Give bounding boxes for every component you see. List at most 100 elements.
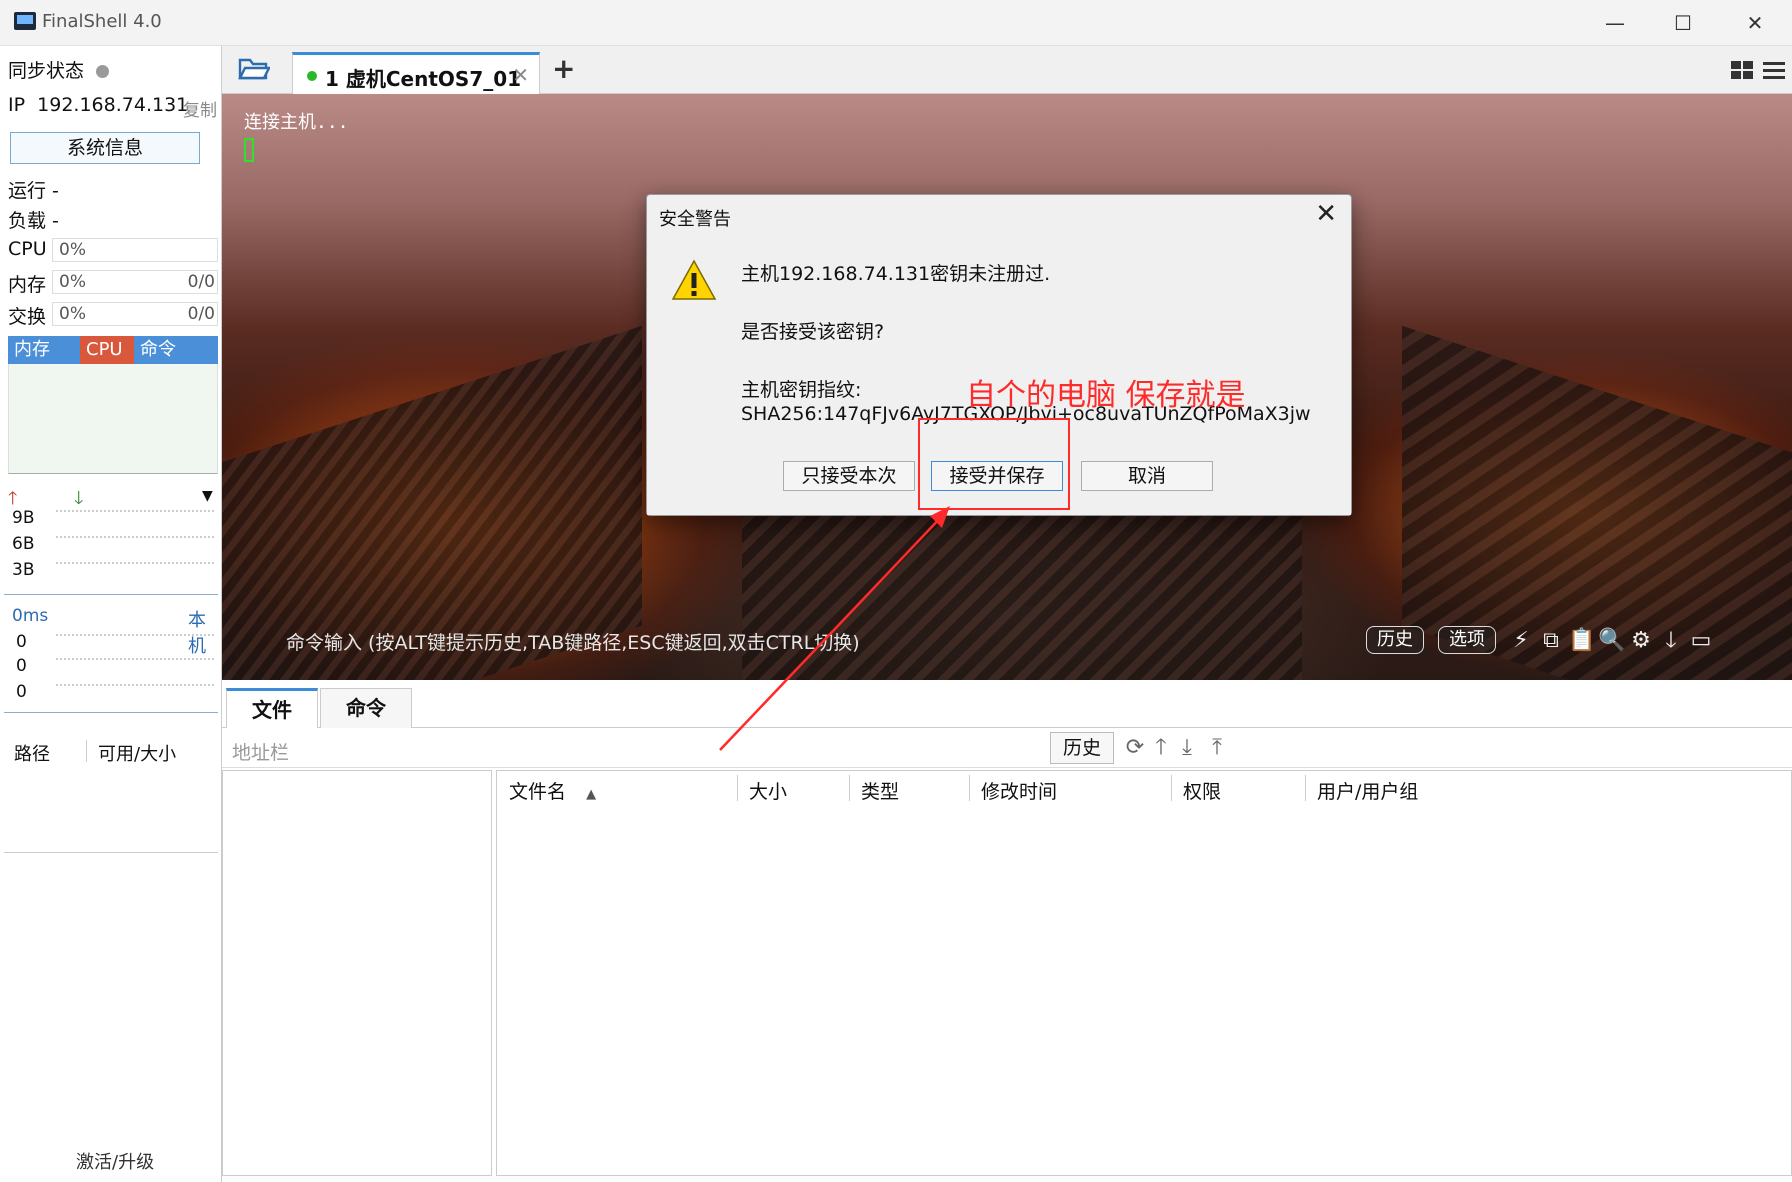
net-interface-dropdown-icon[interactable]: ▼ (202, 488, 213, 504)
latency-gridline (56, 684, 214, 686)
cancel-button[interactable]: 取消 (1081, 461, 1213, 491)
window-title: FinalShell 4.0 (42, 11, 162, 32)
disk-size-header[interactable]: 可用/大小 (98, 740, 176, 766)
column-separator[interactable] (849, 775, 850, 801)
tab-session-centos[interactable]: 1 虚机CentOS7_01 ✕ (292, 52, 540, 94)
tab-files[interactable]: 文件 (226, 688, 318, 728)
address-input[interactable]: 地址栏 (232, 738, 289, 765)
net-gridline (56, 510, 214, 512)
accept-once-button[interactable]: 只接受本次 (783, 461, 915, 491)
divider (4, 712, 218, 713)
window-icon[interactable]: ▭ (1688, 628, 1714, 654)
column-header-size[interactable]: 大小 (749, 777, 787, 804)
column-header-modified[interactable]: 修改时间 (981, 777, 1057, 804)
sort-ascending-icon: ▲ (586, 787, 597, 802)
sidebar: 同步状态 IP 192.168.74.131 复制 系统信息 运行 - 负载 -… (0, 46, 222, 1182)
column-separator (86, 740, 87, 762)
column-separator[interactable] (1305, 775, 1306, 801)
lightning-icon[interactable]: ⚡ (1508, 628, 1534, 654)
ip-value: 192.168.74.131 (37, 94, 189, 116)
dialog-message-question: 是否接受该密钥? (741, 321, 885, 343)
latency-value: 0ms (12, 606, 49, 626)
dialog-title: 安全警告 (659, 209, 731, 230)
paste-icon[interactable]: 📋 (1568, 628, 1595, 654)
net-tick: 3B (12, 560, 35, 580)
system-info-button[interactable]: 系统信息 (10, 132, 200, 164)
session-tab-bar: 1 虚机CentOS7_01 ✕ + (222, 46, 1792, 94)
cpu-value: 0% (59, 240, 86, 260)
copy-icon[interactable]: ⧉ (1538, 628, 1564, 654)
menu-icon[interactable] (1762, 60, 1786, 80)
grid-layout-icon[interactable] (1730, 60, 1754, 80)
mem-meter: 0% 0/0 (52, 270, 218, 294)
upload-icon[interactable]: ⤒ (1204, 734, 1230, 762)
latency-gridline (56, 634, 214, 636)
divider (4, 594, 218, 595)
cpu-meter: 0% (52, 238, 218, 262)
net-tick: 9B (12, 508, 35, 528)
divider (4, 852, 218, 853)
file-list[interactable]: 文件名 ▲ 大小 类型 修改时间 权限 用户/用户组 (496, 770, 1792, 1176)
refresh-icon[interactable]: ⟳ (1122, 734, 1148, 762)
file-panel-tabs: 文件 命令 (222, 680, 1792, 728)
dialog-message-host: 主机192.168.74.131密钥未注册过. (741, 263, 1051, 285)
resource-tabs: 内存 CPU 命令 (8, 336, 218, 364)
tab-memory[interactable]: 内存 (8, 336, 80, 364)
column-header-owner[interactable]: 用户/用户组 (1317, 777, 1418, 804)
latency-tick: 0 (16, 632, 27, 652)
uptime-label: 运行 - (8, 180, 59, 202)
minimize-button[interactable]: — (1592, 6, 1638, 40)
close-window-button[interactable]: ✕ (1732, 6, 1778, 40)
activate-upgrade-link[interactable]: 激活/升级 (76, 1148, 154, 1174)
swap-label: 交换 (8, 306, 47, 328)
arrow-down-icon[interactable]: 🡓 (1658, 628, 1684, 654)
load-label: 负载 - (8, 210, 59, 232)
copy-ip-link[interactable]: 复制 (183, 96, 217, 121)
app-logo-icon (14, 12, 36, 30)
dialog-close-button[interactable]: ✕ (1315, 199, 1337, 229)
latency-host-label[interactable]: 本机 (188, 606, 221, 658)
up-dir-icon[interactable]: 🡑 (1148, 734, 1174, 762)
add-tab-button[interactable]: + (552, 52, 575, 85)
search-icon[interactable]: 🔍 (1598, 628, 1625, 654)
column-header-name-label: 文件名 (509, 781, 567, 803)
terminal-output: 连接主机... (244, 112, 349, 133)
column-header-name[interactable]: 文件名 ▲ (509, 777, 596, 804)
dialog-fingerprint-label: 主机密钥指纹: (741, 379, 862, 401)
directory-tree[interactable] (222, 770, 492, 1176)
disk-path-header[interactable]: 路径 (14, 740, 50, 766)
column-separator[interactable] (1171, 775, 1172, 801)
close-tab-icon[interactable]: ✕ (512, 63, 529, 87)
latency-tick: 0 (16, 656, 27, 676)
address-history-button[interactable]: 历史 (1050, 732, 1114, 764)
terminal-options-button[interactable]: 选项 (1438, 626, 1496, 654)
latency-gridline (56, 658, 214, 660)
column-header-type[interactable]: 类型 (861, 777, 899, 804)
annotation-highlight-box (918, 418, 1070, 510)
latency-tick: 0 (16, 682, 27, 702)
warning-icon (671, 259, 717, 300)
tab-cpu[interactable]: CPU (80, 336, 134, 364)
command-input[interactable]: 命令输入 (按ALT键提示历史,TAB键路径,ESC键返回,双击CTRL切换) (286, 628, 860, 655)
column-header-permissions[interactable]: 权限 (1183, 777, 1221, 804)
download-icon[interactable]: ⤓ (1174, 734, 1200, 762)
sync-status: 同步状态 (8, 56, 110, 83)
tab-command[interactable]: 命令 (134, 336, 218, 364)
annotation-text: 自个的电脑 保存就是 (966, 378, 1246, 413)
session-tab-label: 1 虚机CentOS7_01 (325, 67, 522, 91)
column-separator[interactable] (737, 775, 738, 801)
column-separator[interactable] (969, 775, 970, 801)
open-folder-icon[interactable] (238, 56, 270, 82)
terminal-history-button[interactable]: 历史 (1366, 626, 1424, 654)
session-status-dot (307, 71, 317, 81)
process-list-area (8, 364, 218, 474)
gear-icon[interactable]: ⚙ (1628, 628, 1654, 654)
mem-label: 内存 (8, 274, 47, 296)
net-tick: 6B (12, 534, 35, 554)
address-bar: 地址栏 历史 ⟳ 🡑 ⤓ ⤒ (222, 728, 1792, 768)
tab-commands[interactable]: 命令 (320, 688, 412, 728)
background-roof (222, 325, 642, 680)
ip-label: IP (8, 94, 26, 116)
net-gridline (56, 536, 214, 538)
maximize-button[interactable]: ☐ (1660, 6, 1706, 40)
